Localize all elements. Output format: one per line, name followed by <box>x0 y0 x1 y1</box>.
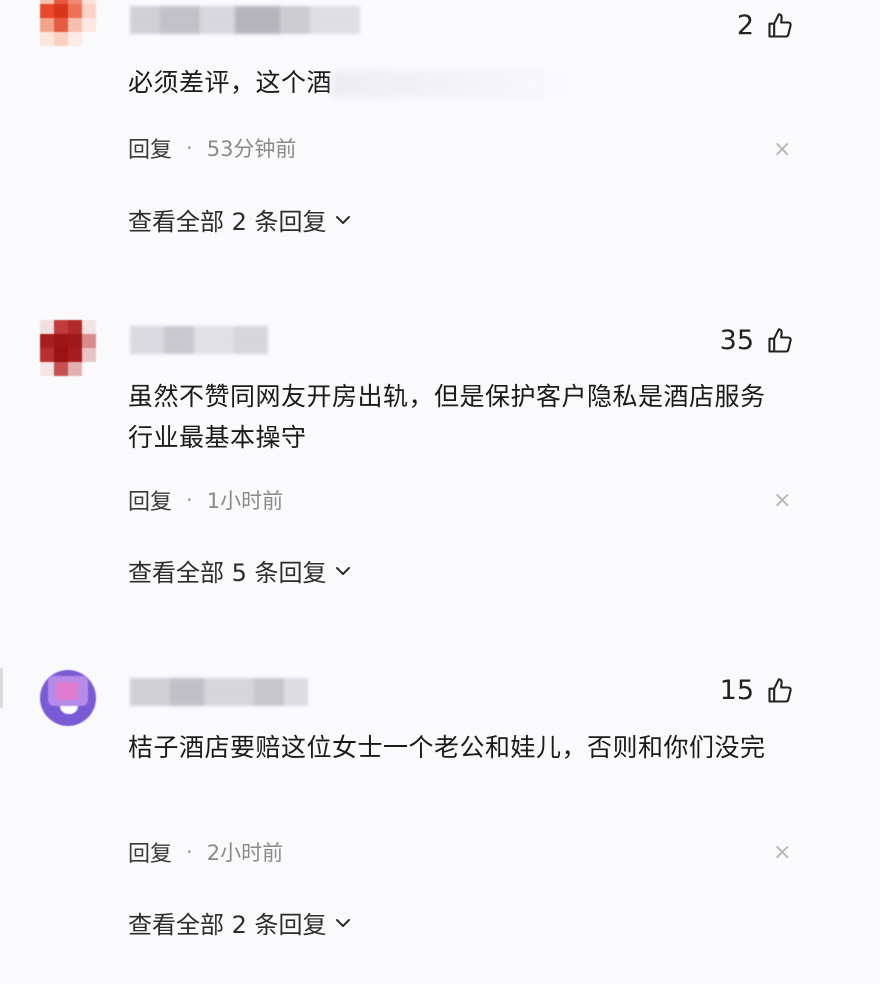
username-redacted[interactable] <box>130 678 308 706</box>
view-all-replies-button[interactable]: 查看全部 5 条回复 <box>128 553 353 588</box>
reply-button[interactable]: 回复 <box>128 132 172 164</box>
chevron-down-icon <box>331 210 353 230</box>
chevron-down-icon <box>331 913 353 933</box>
thumbs-up-icon[interactable] <box>766 12 794 40</box>
like-counter[interactable]: 2 <box>737 10 794 41</box>
left-edge-divider <box>0 668 3 708</box>
comment-text: 桔子酒店要赔这位女士一个老公和娃儿，否则和你们没完 <box>128 733 766 762</box>
meta-separator: · <box>186 840 193 864</box>
meta-separator: · <box>186 136 193 160</box>
redacted-text-overlay <box>332 71 583 97</box>
meta-separator: · <box>186 488 193 512</box>
user-avatar[interactable] <box>40 0 96 46</box>
view-all-replies-button[interactable]: 查看全部 2 条回复 <box>128 905 353 940</box>
username-redacted[interactable] <box>130 6 360 34</box>
close-icon[interactable]: × <box>773 842 791 864</box>
like-count: 2 <box>736 10 754 41</box>
comment-text: 虽然不赞同网友开房出轨，但是保护客户隐私是酒店服务行业最基本操守 <box>128 382 766 452</box>
chevron-down-icon <box>331 561 353 581</box>
like-counter[interactable]: 15 <box>720 675 794 706</box>
user-avatar[interactable] <box>40 670 96 726</box>
close-icon[interactable]: × <box>773 490 791 512</box>
comment-meta: 回复 · 2小时前 <box>128 836 283 868</box>
like-count: 15 <box>719 675 754 706</box>
view-all-replies-label: 查看全部 5 条回复 <box>128 559 327 587</box>
user-avatar[interactable] <box>40 320 96 376</box>
like-counter[interactable]: 35 <box>720 325 794 356</box>
comment-text: 必须差评，这个酒 <box>128 62 808 103</box>
close-icon[interactable]: × <box>773 139 791 161</box>
timestamp: 53分钟前 <box>206 137 297 161</box>
comment-meta: 回复 · 53分钟前 <box>128 132 296 164</box>
reply-button[interactable]: 回复 <box>128 484 172 516</box>
timestamp: 2小时前 <box>206 841 284 865</box>
like-count: 35 <box>719 325 754 356</box>
timestamp: 1小时前 <box>206 489 284 513</box>
thumbs-up-icon[interactable] <box>766 327 794 355</box>
view-all-replies-button[interactable]: 查看全部 2 条回复 <box>128 202 353 237</box>
thumbs-up-icon[interactable] <box>766 677 794 705</box>
view-all-replies-label: 查看全部 2 条回复 <box>128 208 327 236</box>
view-all-replies-label: 查看全部 2 条回复 <box>128 911 327 939</box>
username-redacted[interactable] <box>130 326 268 354</box>
comment-meta: 回复 · 1小时前 <box>128 484 283 516</box>
reply-button[interactable]: 回复 <box>128 836 172 868</box>
